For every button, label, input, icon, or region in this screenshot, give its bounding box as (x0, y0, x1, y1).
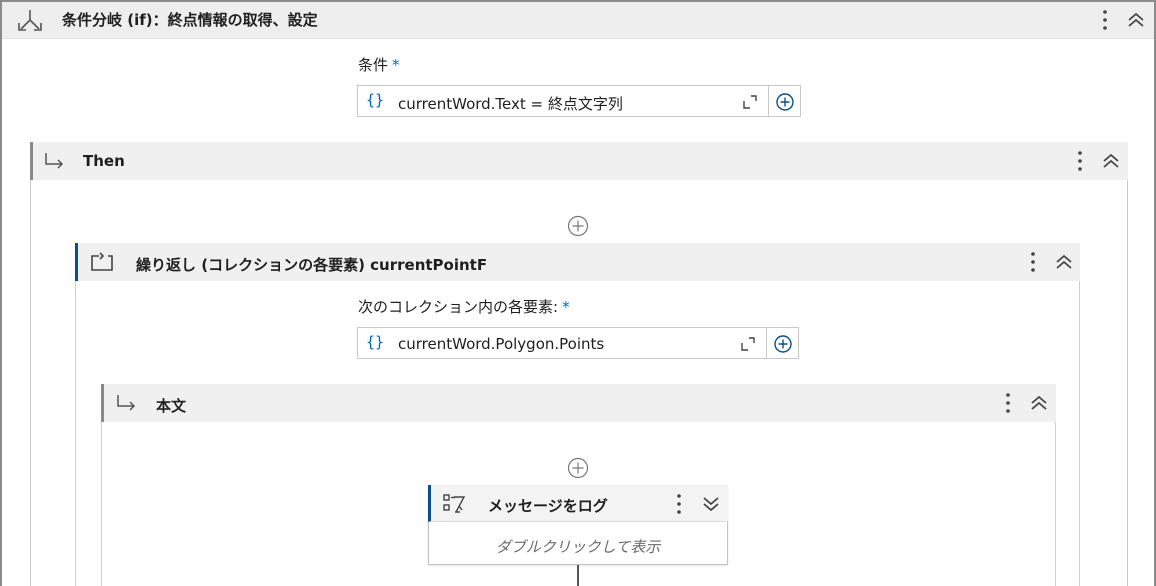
then-label: Then (83, 152, 125, 170)
collapse-icon[interactable] (1100, 150, 1122, 172)
if-activity-title: 条件分岐 (if)：終点情報の取得、設定 (62, 11, 318, 29)
collapse-icon[interactable] (1125, 9, 1147, 31)
plus-circle-icon (774, 335, 792, 353)
branch-arrow-icon (117, 395, 136, 411)
more-options-icon[interactable] (1069, 150, 1091, 172)
more-options-icon[interactable] (997, 392, 1019, 414)
required-mark: * (392, 56, 400, 74)
more-options-icon[interactable] (1022, 251, 1044, 273)
condition-label: 条件 * (358, 56, 400, 74)
body-block-header[interactable] (101, 384, 1056, 422)
loop-icon (91, 252, 113, 271)
add-argument-button[interactable] (767, 327, 799, 359)
collapse-icon[interactable] (1053, 251, 1075, 273)
log-message-title: メッセージをログ (488, 497, 608, 515)
if-branch-icon (18, 10, 42, 31)
add-activity-icon[interactable] (567, 215, 589, 237)
more-options-icon[interactable] (1094, 9, 1116, 31)
expand-editor-icon[interactable] (742, 95, 758, 109)
flow-connector-line (577, 565, 579, 586)
condition-expression-field[interactable]: {} currentWord.Text = 終点文字列 (357, 85, 769, 117)
required-mark: * (562, 298, 570, 316)
expression-brace-icon: {} (366, 333, 385, 351)
collapse-icon[interactable] (1028, 392, 1050, 414)
collection-expression-field[interactable]: {} currentWord.Polygon.Points (357, 327, 767, 359)
plus-circle-icon (776, 93, 794, 111)
foreach-activity-title: 繰り返し (コレクションの各要素) currentPointF (136, 256, 488, 274)
branch-arrow-icon (45, 153, 64, 169)
collection-expression-value: currentWord.Polygon.Points (398, 335, 605, 353)
expand-icon[interactable] (700, 493, 722, 515)
expression-brace-icon: {} (366, 91, 385, 109)
body-label: 本文 (156, 397, 187, 415)
condition-expression-value: currentWord.Text = 終点文字列 (398, 95, 623, 113)
log-message-icon (443, 494, 466, 513)
more-options-icon[interactable] (668, 493, 690, 515)
double-click-hint: ダブルクリックして表示 (495, 538, 661, 556)
add-activity-icon[interactable] (567, 457, 589, 479)
collection-label: 次のコレクション内の各要素: * (358, 298, 570, 316)
add-argument-button[interactable] (769, 85, 801, 117)
then-block-header[interactable] (30, 142, 1128, 180)
expand-editor-icon[interactable] (740, 337, 756, 351)
